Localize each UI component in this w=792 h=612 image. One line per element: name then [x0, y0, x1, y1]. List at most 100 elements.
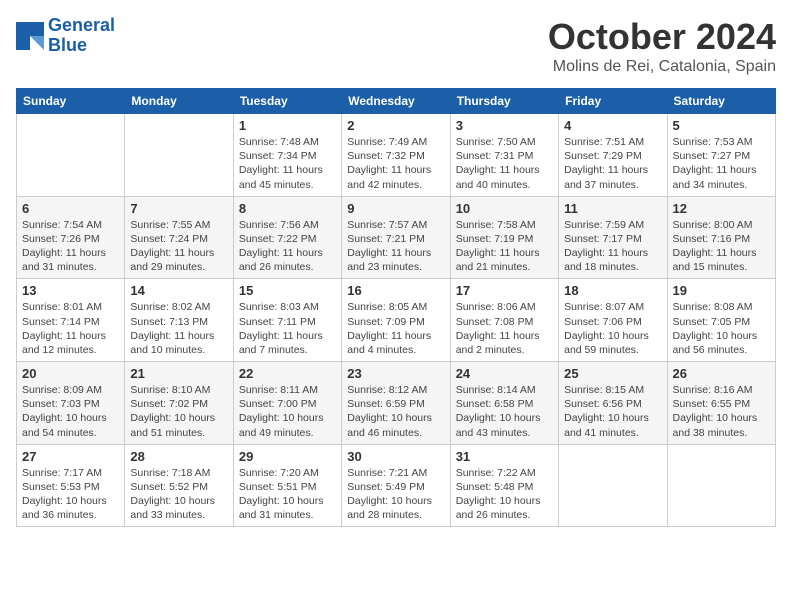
calendar-cell: 5Sunrise: 7:53 AM Sunset: 7:27 PM Daylig…	[667, 114, 775, 197]
weekday-header-wednesday: Wednesday	[342, 89, 450, 114]
day-number: 28	[130, 449, 227, 464]
day-number: 6	[22, 201, 119, 216]
day-number: 5	[673, 118, 770, 133]
day-number: 22	[239, 366, 336, 381]
calendar-cell: 10 Sunrise: 7:58 AM Sunset: 7:19 PM Dayli…	[450, 196, 558, 279]
page-header: General Blue October 2024 Molins de Rei,…	[16, 16, 776, 76]
day-info: Sunrise: 8:01 AM Sunset: 7:14 PM Dayligh…	[22, 300, 119, 357]
calendar-cell: 13Sunrise: 8:01 AM Sunset: 7:14 PM Dayli…	[17, 279, 125, 362]
day-info: Sunrise: 8:14 AM Sunset: 6:58 PM Dayligh…	[456, 383, 553, 440]
day-info: Sunrise: 7:18 AM Sunset: 5:52 PM Dayligh…	[130, 466, 227, 523]
day-number: 27	[22, 449, 119, 464]
calendar-cell: 21 Sunrise: 8:10 AM Sunset: 7:02 PM Dayli…	[125, 362, 233, 445]
day-info: Sunrise: 8:05 AM Sunset: 7:09 PM Dayligh…	[347, 300, 444, 357]
day-info: Sunrise: 8:00 AM Sunset: 7:16 PM Dayligh…	[673, 218, 770, 275]
calendar-cell: 16 Sunrise: 8:05 AM Sunset: 7:09 PM Dayli…	[342, 279, 450, 362]
calendar-cell: 24Sunrise: 8:14 AM Sunset: 6:58 PM Dayli…	[450, 362, 558, 445]
calendar-cell	[559, 444, 667, 527]
day-number: 26	[673, 366, 770, 381]
logo-text: General Blue	[48, 16, 115, 56]
calendar-cell: 14 Sunrise: 8:02 AM Sunset: 7:13 PM Dayli…	[125, 279, 233, 362]
calendar-table: SundayMondayTuesdayWednesdayThursdayFrid…	[16, 88, 776, 527]
day-info: Sunrise: 7:59 AM Sunset: 7:17 PM Dayligh…	[564, 218, 661, 275]
week-row-3: 13Sunrise: 8:01 AM Sunset: 7:14 PM Dayli…	[17, 279, 776, 362]
weekday-header-saturday: Saturday	[667, 89, 775, 114]
calendar-cell: 22 Sunrise: 8:11 AM Sunset: 7:00 PM Dayli…	[233, 362, 341, 445]
calendar-cell: 7 Sunrise: 7:55 AM Sunset: 7:24 PM Daylig…	[125, 196, 233, 279]
week-row-1: 1 Sunrise: 7:48 AM Sunset: 7:34 PM Daylig…	[17, 114, 776, 197]
day-number: 23	[347, 366, 444, 381]
day-number: 30	[347, 449, 444, 464]
calendar-cell: 2Sunrise: 7:49 AM Sunset: 7:32 PM Daylig…	[342, 114, 450, 197]
calendar-cell	[125, 114, 233, 197]
day-number: 25	[564, 366, 661, 381]
weekday-header-monday: Monday	[125, 89, 233, 114]
day-info: Sunrise: 8:11 AM Sunset: 7:00 PM Dayligh…	[239, 383, 336, 440]
calendar-cell: 20Sunrise: 8:09 AM Sunset: 7:03 PM Dayli…	[17, 362, 125, 445]
weekday-header-thursday: Thursday	[450, 89, 558, 114]
day-info: Sunrise: 7:57 AM Sunset: 7:21 PM Dayligh…	[347, 218, 444, 275]
weekday-header-tuesday: Tuesday	[233, 89, 341, 114]
calendar-cell: 11 Sunrise: 7:59 AM Sunset: 7:17 PM Dayli…	[559, 196, 667, 279]
month-title: October 2024	[548, 16, 776, 58]
logo: General Blue	[16, 16, 115, 56]
location-subtitle: Molins de Rei, Catalonia, Spain	[548, 58, 776, 76]
logo-icon	[16, 22, 44, 50]
calendar-cell: 9 Sunrise: 7:57 AM Sunset: 7:21 PM Daylig…	[342, 196, 450, 279]
day-info: Sunrise: 8:06 AM Sunset: 7:08 PM Dayligh…	[456, 300, 553, 357]
day-number: 1	[239, 118, 336, 133]
calendar-cell: 15Sunrise: 8:03 AM Sunset: 7:11 PM Dayli…	[233, 279, 341, 362]
day-info: Sunrise: 8:02 AM Sunset: 7:13 PM Dayligh…	[130, 300, 227, 357]
calendar-cell: 3Sunrise: 7:50 AM Sunset: 7:31 PM Daylig…	[450, 114, 558, 197]
calendar-cell: 12 Sunrise: 8:00 AM Sunset: 7:16 PM Dayli…	[667, 196, 775, 279]
calendar-cell: 23Sunrise: 8:12 AM Sunset: 6:59 PM Dayli…	[342, 362, 450, 445]
day-number: 12	[673, 201, 770, 216]
day-info: Sunrise: 8:07 AM Sunset: 7:06 PM Dayligh…	[564, 300, 661, 357]
weekday-header-sunday: Sunday	[17, 89, 125, 114]
calendar-cell: 6 Sunrise: 7:54 AM Sunset: 7:26 PM Daylig…	[17, 196, 125, 279]
day-number: 11	[564, 201, 661, 216]
day-info: Sunrise: 8:16 AM Sunset: 6:55 PM Dayligh…	[673, 383, 770, 440]
day-number: 7	[130, 201, 227, 216]
weekday-header-row: SundayMondayTuesdayWednesdayThursdayFrid…	[17, 89, 776, 114]
day-info: Sunrise: 8:09 AM Sunset: 7:03 PM Dayligh…	[22, 383, 119, 440]
day-number: 14	[130, 283, 227, 298]
day-info: Sunrise: 8:10 AM Sunset: 7:02 PM Dayligh…	[130, 383, 227, 440]
day-number: 10	[456, 201, 553, 216]
day-number: 31	[456, 449, 553, 464]
day-number: 2	[347, 118, 444, 133]
day-info: Sunrise: 7:54 AM Sunset: 7:26 PM Dayligh…	[22, 218, 119, 275]
day-info: Sunrise: 7:51 AM Sunset: 7:29 PM Dayligh…	[564, 135, 661, 192]
day-info: Sunrise: 8:08 AM Sunset: 7:05 PM Dayligh…	[673, 300, 770, 357]
day-number: 8	[239, 201, 336, 216]
calendar-cell: 26 Sunrise: 8:16 AM Sunset: 6:55 PM Dayli…	[667, 362, 775, 445]
week-row-2: 6 Sunrise: 7:54 AM Sunset: 7:26 PM Daylig…	[17, 196, 776, 279]
title-block: October 2024 Molins de Rei, Catalonia, S…	[548, 16, 776, 76]
day-number: 17	[456, 283, 553, 298]
week-row-5: 27Sunrise: 7:17 AM Sunset: 5:53 PM Dayli…	[17, 444, 776, 527]
week-row-4: 20Sunrise: 8:09 AM Sunset: 7:03 PM Dayli…	[17, 362, 776, 445]
calendar-cell: 30 Sunrise: 7:21 AM Sunset: 5:49 PM Dayli…	[342, 444, 450, 527]
calendar-cell: 29 Sunrise: 7:20 AM Sunset: 5:51 PM Dayli…	[233, 444, 341, 527]
calendar-cell: 19 Sunrise: 8:08 AM Sunset: 7:05 PM Dayli…	[667, 279, 775, 362]
calendar-cell: 1 Sunrise: 7:48 AM Sunset: 7:34 PM Daylig…	[233, 114, 341, 197]
calendar-cell	[17, 114, 125, 197]
day-info: Sunrise: 7:21 AM Sunset: 5:49 PM Dayligh…	[347, 466, 444, 523]
day-info: Sunrise: 7:56 AM Sunset: 7:22 PM Dayligh…	[239, 218, 336, 275]
day-number: 3	[456, 118, 553, 133]
logo-line1: General	[48, 15, 115, 35]
day-info: Sunrise: 7:58 AM Sunset: 7:19 PM Dayligh…	[456, 218, 553, 275]
calendar-cell: 17 Sunrise: 8:06 AM Sunset: 7:08 PM Dayli…	[450, 279, 558, 362]
day-info: Sunrise: 8:03 AM Sunset: 7:11 PM Dayligh…	[239, 300, 336, 357]
day-number: 9	[347, 201, 444, 216]
day-number: 21	[130, 366, 227, 381]
day-info: Sunrise: 7:48 AM Sunset: 7:34 PM Dayligh…	[239, 135, 336, 192]
day-number: 16	[347, 283, 444, 298]
day-number: 19	[673, 283, 770, 298]
day-info: Sunrise: 7:20 AM Sunset: 5:51 PM Dayligh…	[239, 466, 336, 523]
calendar-cell: 18 Sunrise: 8:07 AM Sunset: 7:06 PM Dayli…	[559, 279, 667, 362]
day-number: 29	[239, 449, 336, 464]
day-info: Sunrise: 7:55 AM Sunset: 7:24 PM Dayligh…	[130, 218, 227, 275]
logo-line2: Blue	[48, 35, 87, 55]
day-number: 18	[564, 283, 661, 298]
